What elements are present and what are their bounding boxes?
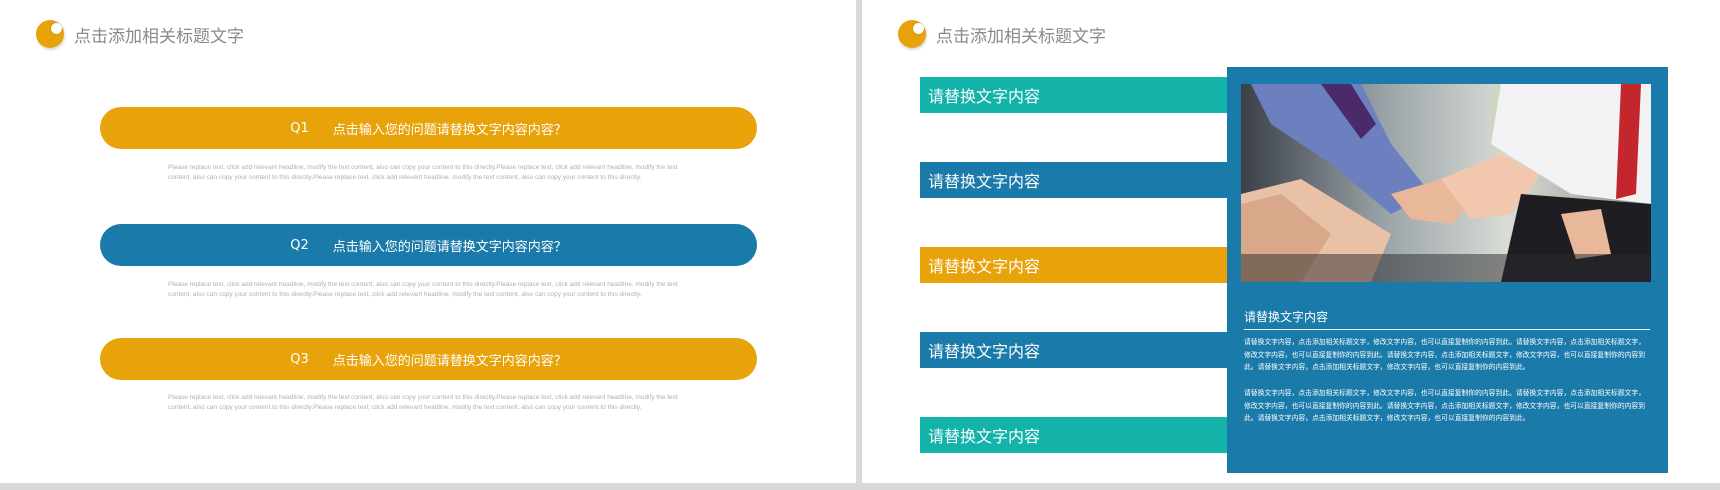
- slide-title: 点击添加相关标题文字: [36, 20, 244, 48]
- slide-title-text[interactable]: 点击添加相关标题文字: [936, 22, 1106, 47]
- label-bar-3[interactable]: 请替换文字内容: [920, 247, 1227, 283]
- label-bar-5[interactable]: 请替换文字内容: [920, 417, 1227, 453]
- slide-title-text[interactable]: 点击添加相关标题文字: [74, 22, 244, 47]
- label-bar-1[interactable]: 请替换文字内容: [920, 77, 1227, 113]
- label-bar-2[interactable]: 请替换文字内容: [920, 162, 1227, 198]
- question-description[interactable]: Please replace text, click add relevant …: [168, 393, 698, 413]
- handshake-photo[interactable]: [1241, 84, 1651, 282]
- label-bar-4[interactable]: 请替换文字内容: [920, 332, 1227, 368]
- panel-paragraph-1[interactable]: 请替换文字内容，点击添加相关标题文字，修改文字内容，也可以直接复制你的内容到此。…: [1244, 336, 1650, 374]
- handshake-image: [1241, 84, 1651, 282]
- question-bar-2[interactable]: Q2 点击输入您的问题请替换文字内容内容？: [100, 224, 757, 266]
- question-text: 点击输入您的问题请替换文字内容内容？: [332, 122, 567, 138]
- slide-title: 点击添加相关标题文字: [898, 20, 1106, 48]
- panel-paragraph-2[interactable]: 请替换文字内容，点击添加相关标题文字，修改文字内容，也可以直接复制你的内容到此。…: [1244, 387, 1650, 425]
- slide-left: 点击添加相关标题文字 Q1 点击输入您的问题请替换文字内容内容？ Please …: [0, 0, 856, 483]
- content-panel: 请替换文字内容 请替换文字内容，点击添加相关标题文字，修改文字内容，也可以直接复…: [1227, 67, 1668, 473]
- question-text: 点击输入您的问题请替换文字内容内容？: [332, 353, 567, 369]
- title-circle-icon: [36, 20, 64, 48]
- panel-heading[interactable]: 请替换文字内容: [1244, 308, 1650, 330]
- question-text: 点击输入您的问题请替换文字内容内容？: [332, 239, 567, 255]
- question-description[interactable]: Please replace text, click add relevant …: [168, 163, 698, 183]
- question-number: Q2: [290, 237, 309, 253]
- question-bar-1[interactable]: Q1 点击输入您的问题请替换文字内容内容？: [100, 107, 757, 149]
- question-number: Q1: [290, 120, 309, 136]
- slide-right: 点击添加相关标题文字 请替换文字内容 请替换文字内容 请替换文字内容 请替换文字…: [862, 0, 1720, 483]
- question-description[interactable]: Please replace text, click add relevant …: [168, 280, 698, 300]
- question-number: Q3: [290, 351, 309, 367]
- question-bar-3[interactable]: Q3 点击输入您的问题请替换文字内容内容？: [100, 338, 757, 380]
- title-circle-icon: [898, 20, 926, 48]
